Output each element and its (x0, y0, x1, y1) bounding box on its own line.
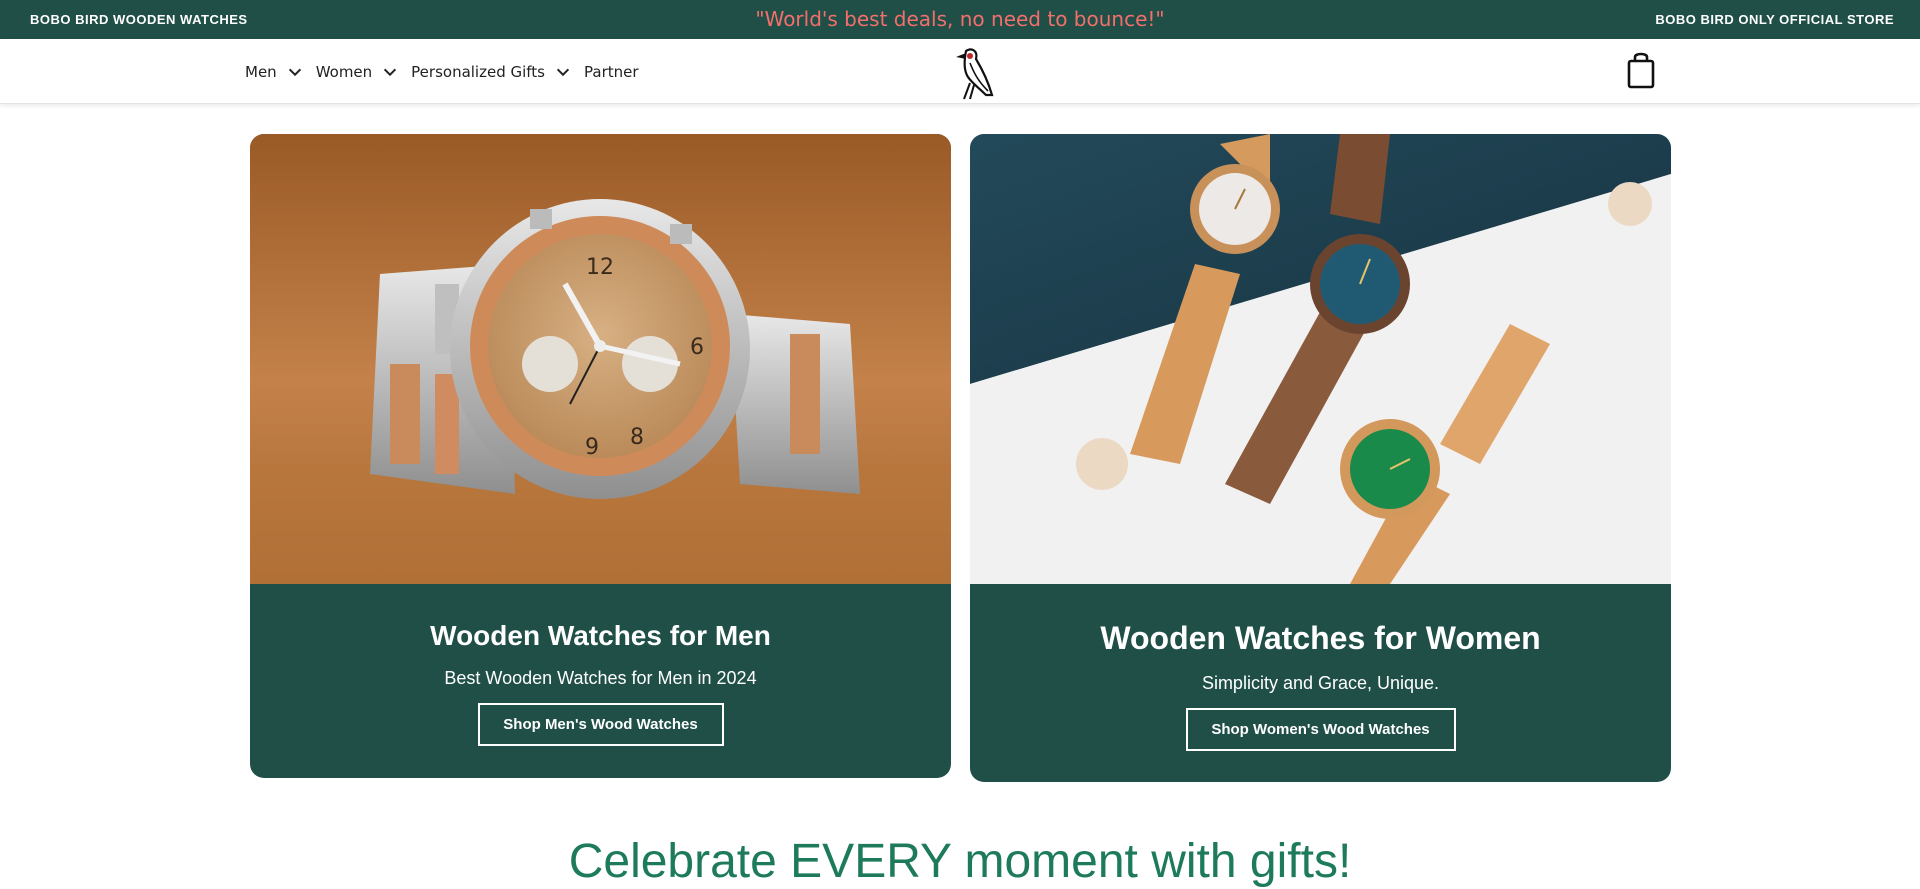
shop-women-button[interactable]: Shop Women's Wood Watches (1185, 708, 1456, 751)
svg-text:12: 12 (586, 255, 614, 280)
chevron-down-icon (288, 68, 301, 76)
nav-item-partner[interactable]: Partner (584, 63, 639, 81)
svg-text:6: 6 (690, 335, 704, 360)
nav-item-men[interactable]: Men (245, 63, 304, 81)
women-card-title: Wooden Watches for Women (1100, 620, 1541, 656)
women-category-card[interactable]: Wooden Watches for Women Simplicity and … (970, 134, 1671, 782)
announcement-center-text: "World's best deals, no need to bounce!" (755, 7, 1165, 31)
chevron-down-icon (556, 68, 570, 76)
men-card-subtitle: Best Wooden Watches for Men in 2024 (444, 668, 757, 688)
nav-item-label: Women (315, 62, 373, 81)
announcement-bar: BOBO BIRD WOODEN WATCHES "World's best d… (0, 0, 1920, 39)
svg-text:8: 8 (630, 425, 644, 450)
main-nav: Men Women Personalized Gifts Partner (245, 39, 651, 104)
nav-item-women[interactable]: Women (316, 63, 399, 81)
men-category-card[interactable]: 12 6 8 9 Wooden Watches for Men Best Woo… (250, 134, 951, 778)
men-card-panel: Wooden Watches for Men Best Wooden Watch… (250, 584, 951, 746)
men-watch-photo: 12 6 8 9 (250, 134, 951, 584)
nav-item-label: Men (245, 62, 277, 81)
chevron-down-icon (384, 68, 397, 76)
women-card-subtitle: Simplicity and Grace, Unique. (1201, 673, 1440, 693)
nav-item-label: Partner (584, 62, 639, 81)
shopping-bag-icon[interactable] (1625, 49, 1657, 89)
women-card-panel: Wooden Watches for Women Simplicity and … (970, 584, 1671, 751)
nav-item-personalized-gifts[interactable]: Personalized Gifts (411, 63, 572, 81)
men-card-title: Wooden Watches for Men (430, 620, 771, 651)
svg-text:9: 9 (585, 435, 599, 460)
nav-item-label: Personalized Gifts (411, 62, 545, 81)
site-header: Men Women Personalized Gifts Partner (0, 39, 1920, 104)
bird-logo-icon[interactable] (948, 43, 996, 101)
section-headline: Celebrate EVERY moment with gifts! (568, 835, 1352, 888)
announcement-right-text: BOBO BIRD ONLY OFFICIAL STORE (1655, 12, 1894, 27)
women-watch-photo (970, 134, 1671, 584)
shop-men-button[interactable]: Shop Men's Wood Watches (477, 703, 724, 746)
